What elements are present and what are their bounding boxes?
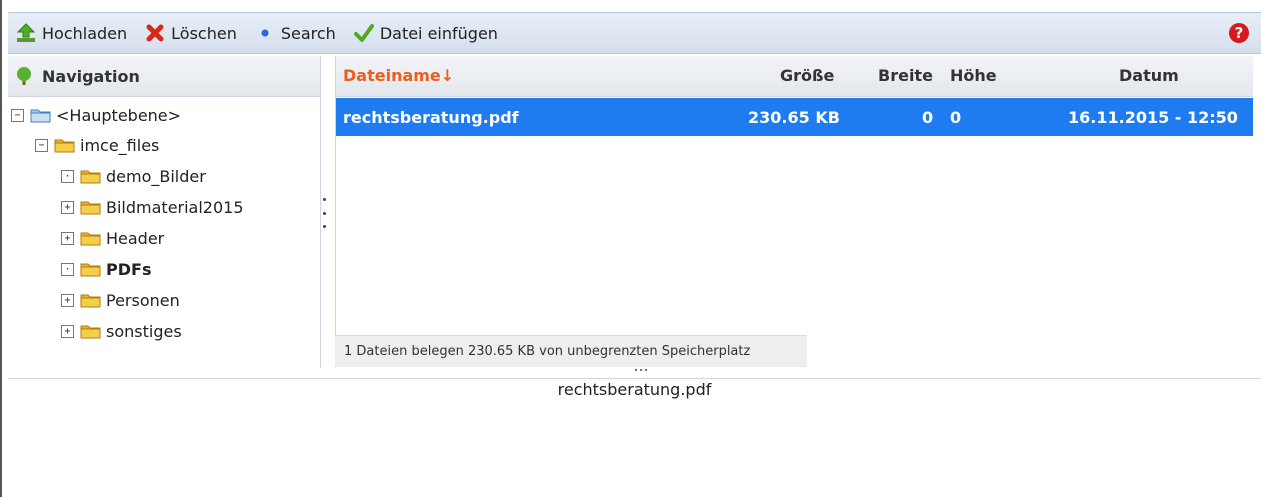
delete-label: Löschen (171, 23, 237, 43)
file-row-selected[interactable]: rechtsberatung.pdf 230.65 KB 0 0 16.11.2… (336, 98, 1253, 136)
column-header-date[interactable]: Datum (1119, 66, 1179, 85)
navigation-header: Navigation (8, 56, 320, 97)
leaf-icon: · (61, 169, 74, 183)
upload-button[interactable]: Hochladen (16, 23, 127, 43)
leaf-icon: · (61, 262, 74, 276)
tree-node-personen[interactable]: + Personen (61, 286, 180, 314)
bullet-icon (255, 23, 275, 43)
upload-icon (16, 23, 36, 43)
collapse-icon[interactable]: − (35, 138, 48, 152)
storage-status-text: 1 Dateien belegen 230.65 KB von unbegren… (344, 344, 751, 359)
expand-icon[interactable]: + (61, 324, 74, 338)
upload-label: Hochladen (42, 23, 128, 43)
horizontal-splitter-handle[interactable] (8, 368, 1261, 379)
column-header-name[interactable]: Dateiname↓ (343, 66, 454, 85)
expand-icon[interactable]: + (61, 200, 74, 214)
expand-icon[interactable]: + (61, 231, 74, 245)
tree-node-label: PDFs (106, 259, 152, 279)
file-list-header: Dateiname↓ Größe Breite Höhe Datum (336, 56, 1253, 97)
file-list-panel: Dateiname↓ Größe Breite Höhe Datum recht… (335, 56, 1253, 368)
help-icon[interactable]: ? (1229, 23, 1249, 43)
tree-node-label: Bildmaterial2015 (106, 197, 244, 217)
column-header-width[interactable]: Breite (878, 66, 933, 85)
folder-icon (80, 323, 102, 339)
tree-node-header[interactable]: + Header (61, 224, 164, 252)
folder-icon (80, 261, 102, 277)
delete-button[interactable]: Löschen (145, 23, 237, 43)
column-header-height[interactable]: Höhe (950, 66, 997, 85)
insert-file-label: Datei einfügen (379, 23, 498, 43)
tree-node-imce-files[interactable]: − imce_files (35, 131, 159, 159)
folder-icon (54, 137, 76, 153)
window-left-border (0, 0, 2, 497)
tree-node-label: sonstiges (106, 321, 182, 341)
collapse-icon[interactable]: − (11, 108, 24, 122)
tree-node-label: imce_files (80, 135, 160, 155)
storage-status-bar: 1 Dateien belegen 230.65 KB von unbegren… (335, 335, 807, 367)
navigation-title: Navigation (42, 66, 140, 86)
column-header-size[interactable]: Größe (780, 66, 834, 85)
preview-filename: rechtsberatung.pdf (557, 380, 712, 399)
tree-node-root[interactable]: − <Hauptebene> (11, 101, 181, 129)
tree-node-bildmaterial2015[interactable]: + Bildmaterial2015 (61, 193, 244, 221)
vertical-splitter-handle[interactable] (321, 198, 327, 228)
tree-node-demo-bilder[interactable]: · demo_Bilder (61, 162, 206, 190)
tree-node-label: demo_Bilder (106, 166, 206, 186)
file-size: 230.65 KB (748, 108, 840, 127)
drag-handle-icon (635, 369, 647, 371)
folder-blue-icon (30, 107, 52, 123)
tree-node-sonstiges[interactable]: + sonstiges (61, 317, 182, 345)
delete-icon (145, 23, 165, 43)
tree-node-label: <Hauptebene> (56, 105, 182, 125)
file-name: rechtsberatung.pdf (343, 108, 519, 127)
folder-icon (80, 230, 102, 246)
tree-node-pdfs[interactable]: · PDFs (61, 255, 151, 283)
insert-file-button[interactable]: Datei einfügen (353, 23, 498, 43)
search-button[interactable]: Search (255, 23, 336, 43)
file-width: 0 (922, 108, 934, 127)
folder-icon (80, 199, 102, 215)
tree-node-label: Header (106, 228, 165, 248)
search-label: Search (280, 23, 336, 43)
navigation-panel: Navigation − <Hauptebene> − imce_files ·… (8, 56, 321, 368)
tree-icon (14, 66, 34, 86)
folder-icon (80, 292, 102, 308)
toolbar: Hochladen Löschen Search Datei einfügen … (8, 12, 1261, 54)
expand-icon[interactable]: + (61, 293, 74, 307)
file-height: 0 (950, 108, 962, 127)
checkmark-icon (353, 23, 374, 43)
file-date: 16.11.2015 - 12:50 (1068, 108, 1238, 127)
folder-icon (80, 168, 102, 184)
tree-node-label: Personen (106, 290, 180, 310)
